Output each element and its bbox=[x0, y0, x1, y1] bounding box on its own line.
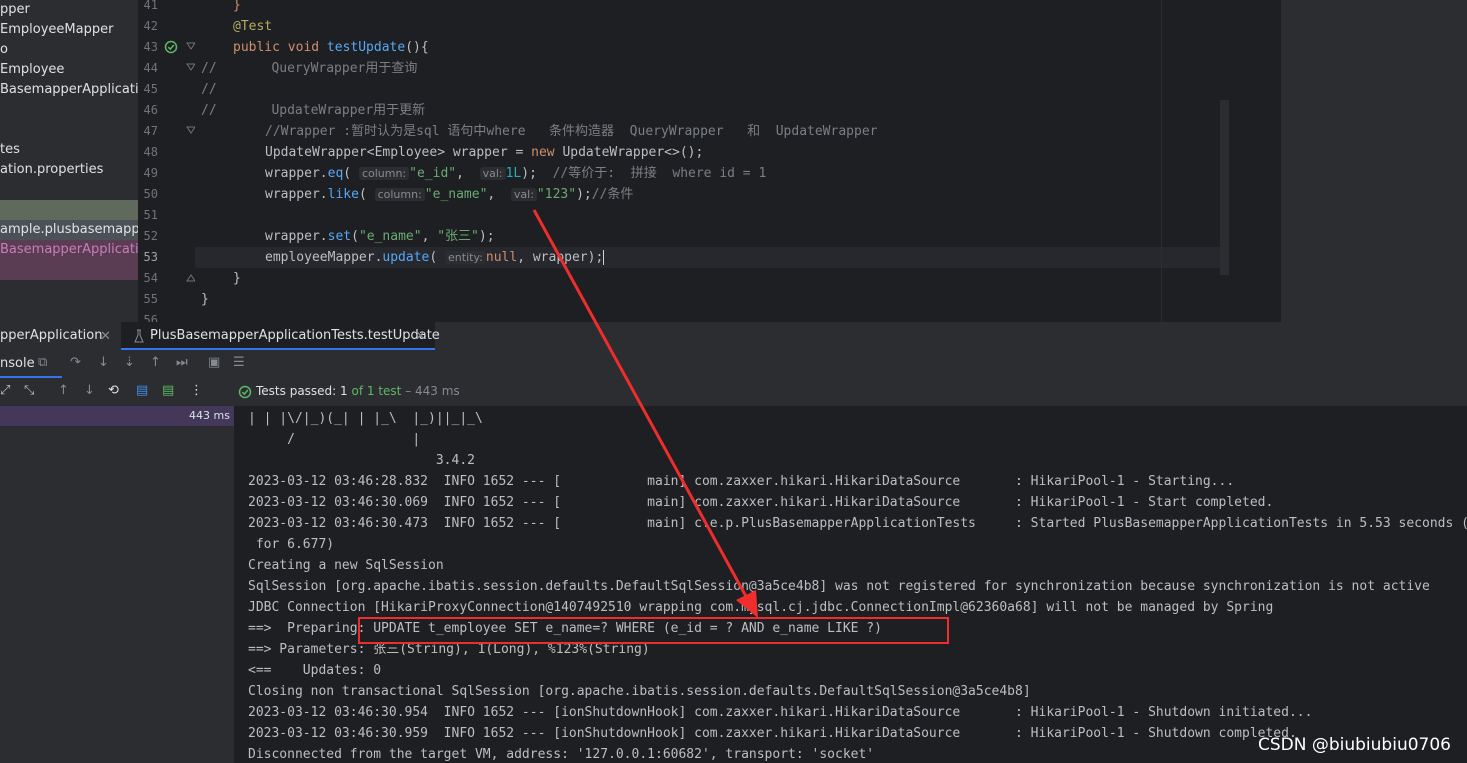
annotation-arrow bbox=[532, 209, 758, 618]
watermark: CSDN @biubiubiu0706 bbox=[1257, 735, 1451, 755]
